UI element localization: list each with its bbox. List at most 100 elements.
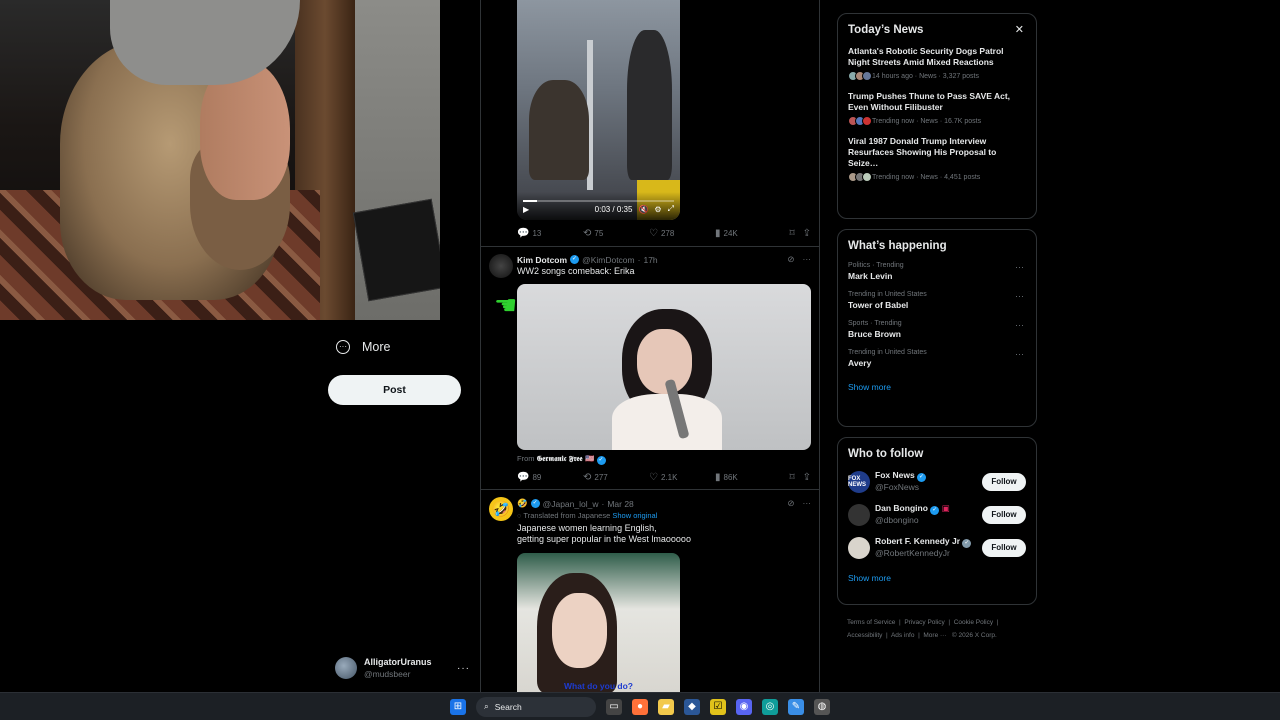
views-button[interactable]: ▮ 86K (715, 472, 781, 483)
news-meta: Trending now · News · 4,451 posts (872, 173, 981, 181)
suggestion-name: Dan Bongino (875, 503, 928, 513)
footer-link[interactable]: Terms of Service (847, 619, 895, 626)
repost-button[interactable]: ⟲ 277 (583, 472, 649, 483)
tweet-video[interactable]: What do you do? (517, 553, 680, 692)
close-icon[interactable]: ✕ (1015, 23, 1024, 36)
task-view-icon[interactable]: ▭ (606, 698, 622, 715)
follow-suggestion[interactable]: Dan Bongino ✓ ▣ @dbongino Follow (848, 503, 1026, 526)
share-button[interactable]: ⇪ (803, 472, 811, 483)
grok-icon[interactable]: ⊘ (787, 254, 794, 265)
show-more-link[interactable]: Show more (848, 573, 1026, 583)
reply-button[interactable]: 💬 13 (517, 228, 583, 239)
taskbar-search[interactable]: ⌕ Search (476, 696, 596, 717)
repost-icon: ⟲ (583, 471, 592, 483)
play-icon[interactable]: ▶ (523, 205, 529, 214)
search-icon: ⌕ (484, 701, 489, 711)
share-icon: ⇪ (802, 471, 811, 483)
reply-button[interactable]: 💬 89 (517, 472, 583, 483)
file-explorer-icon[interactable]: ▰ (658, 698, 674, 715)
footer-link[interactable]: Accessibility (847, 632, 882, 639)
edge-icon[interactable]: ◎ (762, 698, 778, 715)
news-item[interactable]: Viral 1987 Donald Trump Interview Resurf… (848, 136, 1026, 182)
post-button[interactable]: Post (328, 375, 461, 405)
footer-link[interactable]: Cookie Policy (954, 619, 993, 626)
app-icon[interactable]: ◆ (684, 698, 700, 715)
todays-news-card: Today’s News ✕ Atlanta's Robotic Securit… (837, 13, 1037, 219)
video-progress[interactable] (523, 200, 674, 202)
tweet-author-handle[interactable]: @Japan_lol_w (543, 499, 599, 509)
bookmark-button[interactable]: ⌑ (789, 472, 794, 483)
more-icon[interactable]: ··· (1015, 349, 1024, 359)
trend-item[interactable]: Sports · Trending Bruce Brown ··· (848, 320, 1026, 339)
follow-button[interactable]: Follow (982, 505, 1026, 524)
views-button[interactable]: ▮ 24K (715, 228, 781, 239)
tweet-author-name[interactable]: 🤣 (517, 498, 528, 509)
follow-button[interactable]: Follow (982, 538, 1026, 557)
windows-start-icon[interactable]: ⊞ (450, 698, 466, 715)
more-icon[interactable]: ··· (1015, 291, 1024, 301)
tweet-author-handle[interactable]: @KimDotcom (582, 255, 635, 265)
mute-icon[interactable]: 🔇 (638, 205, 648, 214)
whats-happening-title: What’s happening (848, 240, 947, 252)
obs-icon[interactable]: ◍ (814, 698, 830, 715)
trend-item[interactable]: Trending in United States Tower of Babel… (848, 291, 1026, 310)
avatar[interactable]: 🤣 (489, 497, 513, 521)
news-meta: 14 hours ago · News · 3,327 posts (872, 72, 980, 80)
translation-notice: ◌ Translated from Japanese Show original (517, 511, 658, 520)
trend-item[interactable]: Politics · Trending Mark Levin ··· (848, 262, 1026, 281)
more-icon[interactable]: ··· (803, 254, 812, 265)
more-icon[interactable]: ··· (1015, 320, 1024, 330)
account-switcher[interactable]: AlligatorUranus @mudsbeer ··· (335, 655, 470, 681)
follow-suggestion[interactable]: Robert F. Kennedy Jr ✓ @RobertKennedyJr … (848, 536, 1026, 559)
video-source[interactable]: From 𝕲𝖊𝖗𝖒𝖆𝖓𝖎𝖈 𝕱𝖗𝖊𝖊 🇺🇸 ✓ (517, 454, 606, 465)
follow-button[interactable]: Follow (982, 472, 1026, 491)
tweet-actions: 💬 89 ⟲ 277 ♡ 2.1K ▮ 86K ⌑ ⇪ (517, 470, 811, 484)
avatar (335, 657, 357, 679)
tweet-author-name[interactable]: Kim Dotcom (517, 255, 567, 265)
news-item[interactable]: Trump Pushes Thune to Pass SAVE Act, Eve… (848, 91, 1026, 126)
nav-more[interactable]: ··· More (330, 335, 460, 359)
news-meta: Trending now · News · 16.7K posts (872, 117, 982, 125)
grok-icon[interactable]: ⊘ (787, 498, 794, 509)
repost-button[interactable]: ⟲ 75 (583, 228, 649, 239)
reply-icon: 💬 (517, 227, 530, 239)
repost-icon: ⟲ (583, 227, 592, 239)
notes-icon[interactable]: ☑ (710, 698, 726, 715)
settings-icon[interactable]: ⚙ (654, 205, 661, 214)
trend-item[interactable]: Trending in United States Avery ··· (848, 349, 1026, 368)
show-original-link[interactable]: Show original (612, 511, 657, 520)
like-button[interactable]: ♡ 278 (649, 228, 715, 239)
show-more-link[interactable]: Show more (848, 382, 1026, 392)
tweet-video[interactable]: ▶ 0:03 / 0:35 🔇 ⚙ ⤢ (517, 0, 680, 220)
news-item[interactable]: Atlanta's Robotic Security Dogs Patrol N… (848, 46, 1026, 81)
tweet-text: WW2 songs comeback: Erika (517, 266, 635, 276)
avatar[interactable] (489, 254, 513, 278)
heart-icon: ♡ (649, 227, 658, 239)
fullscreen-icon[interactable]: ⤢ (668, 204, 674, 214)
like-button[interactable]: ♡ 2.1K (649, 472, 715, 483)
tweet-time[interactable]: 17h (643, 255, 657, 265)
firefox-icon[interactable]: ● (632, 698, 648, 715)
account-menu-icon[interactable]: ··· (457, 663, 470, 674)
footer-link[interactable]: More ··· (923, 632, 946, 639)
follow-suggestion[interactable]: FOX NEWS Fox News ✓ @FoxNews Follow (848, 470, 1026, 493)
footer-link[interactable]: Ads info (891, 632, 915, 639)
who-to-follow-card: Who to follow FOX NEWS Fox News ✓ @FoxNe… (837, 437, 1037, 605)
chart-icon: ▮ (715, 227, 721, 239)
taskbar: ⊞ ⌕ Search ▭ ● ▰ ◆ ☑ ◉ ◎ ✎ ◍ (0, 692, 1280, 720)
avatar-stack (848, 116, 872, 126)
more-icon[interactable]: ··· (1015, 262, 1024, 272)
paint-icon[interactable]: ✎ (788, 698, 804, 715)
trend-context: Trending in United States (848, 349, 927, 356)
share-button[interactable]: ⇪ (803, 228, 811, 239)
timeline-feed[interactable]: ▶ 0:03 / 0:35 🔇 ⚙ ⤢ 💬 13 ⟲ 75 ♡ 278 ▮ 24K ⌑ … (480, 0, 820, 692)
whats-happening-card: What’s happening Politics · Trending Mar… (837, 229, 1037, 427)
bookmark-button[interactable]: ⌑ (789, 228, 794, 239)
tweet-time[interactable]: Mar 28 (607, 499, 633, 509)
discord-icon[interactable]: ◉ (736, 698, 752, 715)
more-icon[interactable]: ··· (803, 498, 812, 509)
verified-icon: ✓ (570, 255, 580, 264)
tweet-video[interactable] (517, 284, 811, 450)
footer-link[interactable]: Privacy Policy (904, 619, 944, 626)
like-count: 278 (660, 228, 675, 238)
